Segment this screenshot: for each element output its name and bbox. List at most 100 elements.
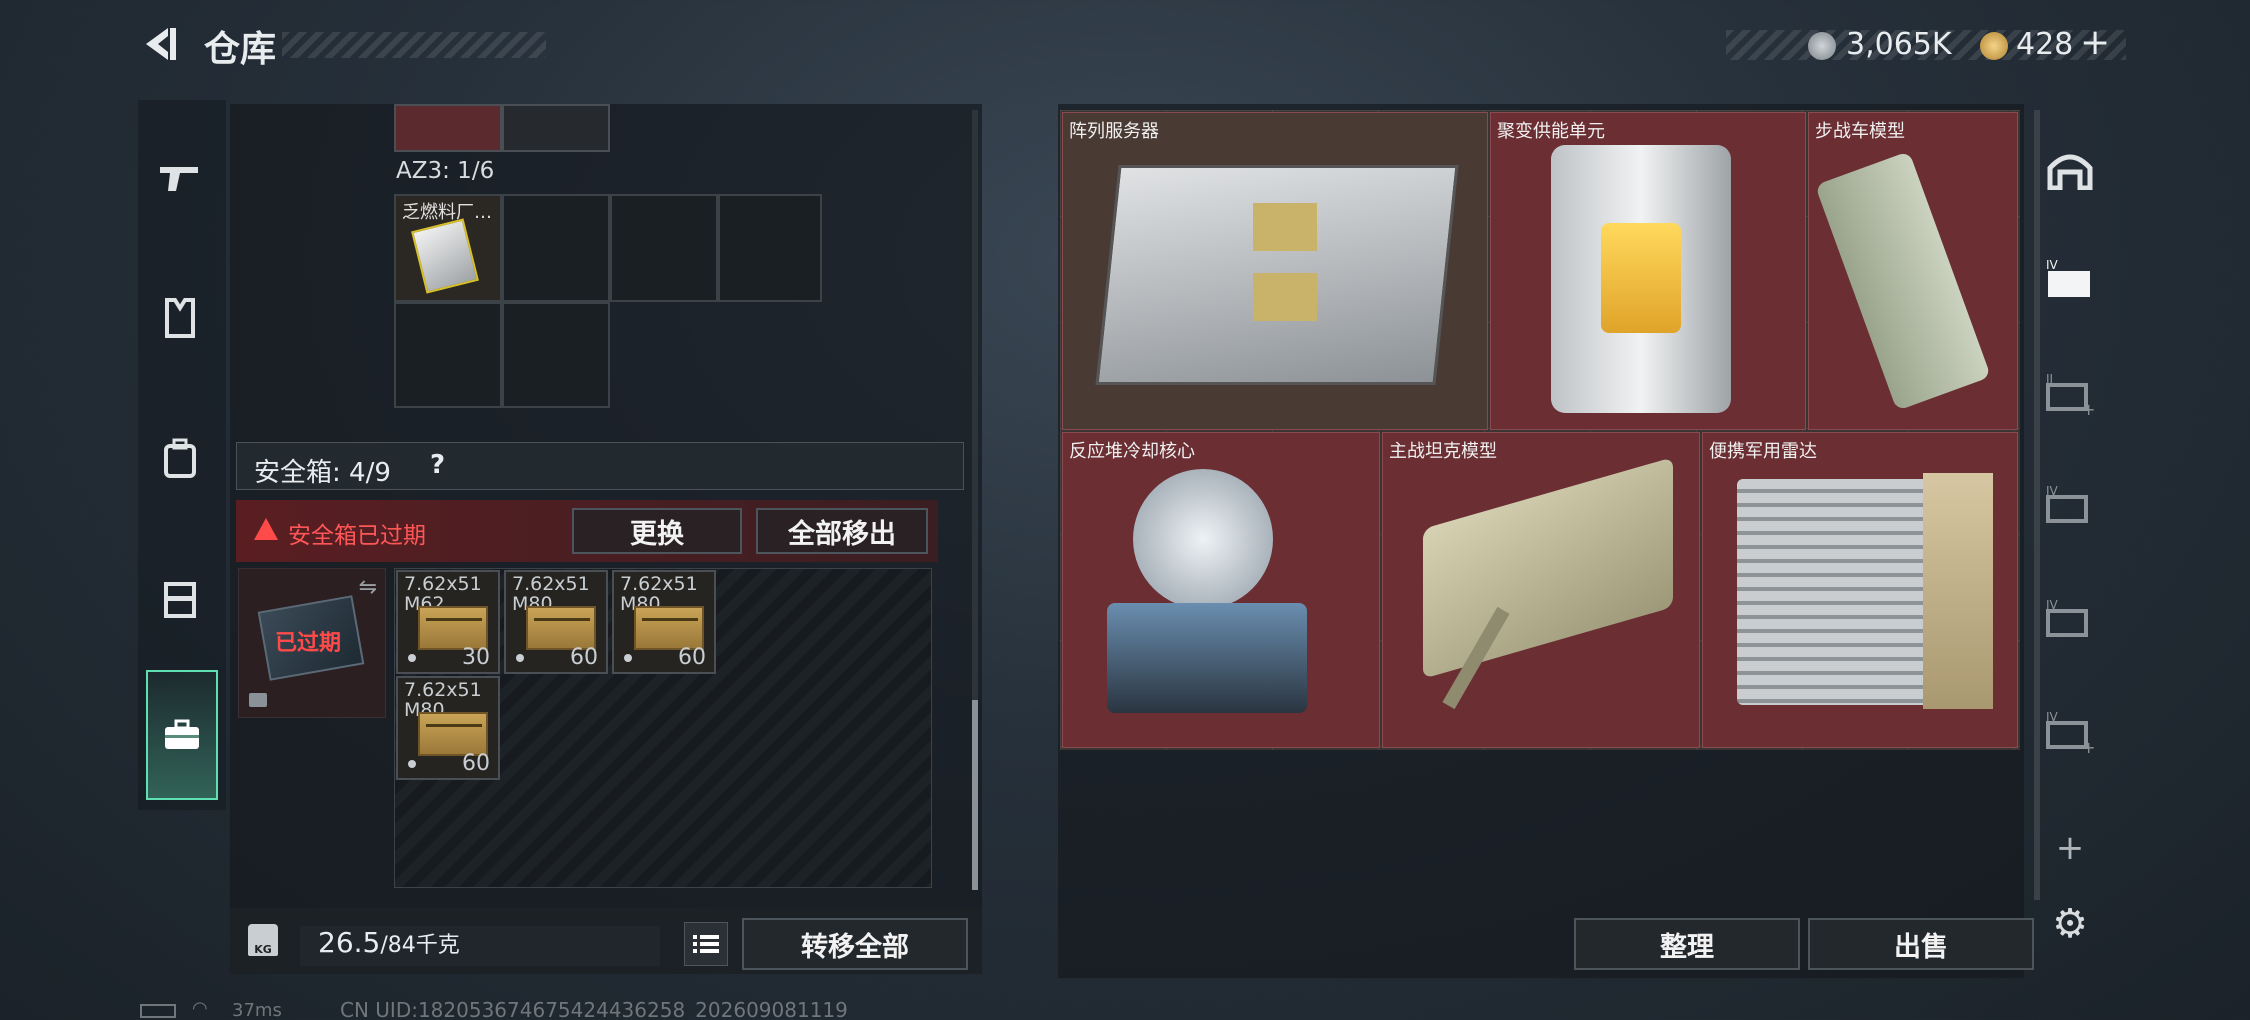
ifv-image — [1814, 151, 1992, 411]
armor-vest-icon — [165, 298, 195, 338]
gold-coin-icon — [1980, 32, 2008, 60]
item-mbt-model[interactable]: 主战坦克模型 — [1382, 432, 1700, 748]
safebox-label: 安全箱: 4/9 — [254, 458, 391, 488]
reactor-base — [1107, 603, 1307, 713]
ammo-box-image — [418, 712, 488, 756]
fusion-core — [1601, 223, 1681, 333]
ping-text: 37ms — [232, 1000, 282, 1020]
item-label: 阵列服务器 — [1069, 121, 1159, 142]
sort-button[interactable]: 整理 — [1574, 918, 1800, 970]
add-currency-button[interactable]: + — [2080, 22, 2110, 63]
silver-coin-icon — [1808, 32, 1836, 60]
radar-frame — [1923, 473, 1993, 709]
ammo-slot[interactable]: 7.62x51 M62 30 — [396, 570, 500, 674]
item-label: 反应堆冷却核心 — [1069, 441, 1195, 462]
svg-text:IV: IV — [2046, 598, 2059, 612]
ammo-slot[interactable]: 7.62x51 M80 60 — [612, 570, 716, 674]
tab-container-4[interactable]: IV — [2040, 590, 2100, 650]
gun-icon — [160, 167, 198, 191]
container-iv-icon: IV — [2046, 484, 2088, 523]
back-button[interactable] — [138, 22, 182, 66]
item-slot-top-1[interactable] — [394, 104, 502, 152]
add-container-button[interactable]: + — [2040, 818, 2100, 878]
grid-cell[interactable] — [394, 302, 502, 408]
tab-container-2[interactable]: II + — [2040, 364, 2100, 424]
grid-cell[interactable] — [502, 194, 610, 302]
weight-current: 26.5 — [318, 926, 381, 959]
weight-max: /84千克 — [380, 933, 460, 958]
tab-bunker[interactable] — [2040, 140, 2100, 200]
ammo-slot[interactable]: 7.62x51 M80 60 — [504, 570, 608, 674]
ammo-dot — [408, 760, 416, 768]
tab-container-3[interactable]: IV — [2040, 476, 2100, 536]
bunker-icon — [2047, 154, 2093, 190]
item-label: 乏燃料厂… — [402, 202, 492, 223]
ammo-count: 60 — [570, 645, 598, 670]
ammo-slot[interactable]: 7.62x51 M80 60 — [396, 676, 500, 780]
container-iv-icon: IV — [2046, 258, 2090, 297]
ammo-count: 30 — [462, 645, 490, 670]
battery-icon — [140, 1004, 176, 1018]
svg-text:IV: IV — [2046, 710, 2059, 724]
chest-rig-icon — [164, 582, 196, 618]
ammo-box-image — [418, 606, 488, 650]
sell-button[interactable]: 出售 — [1808, 918, 2034, 970]
svg-text:+: + — [2082, 738, 2095, 755]
item-label: 步战车模型 — [1815, 121, 1905, 142]
item-ifv-model[interactable]: 步战车模型 — [1808, 112, 2018, 430]
ammo-box-image — [526, 606, 596, 650]
transfer-all-button[interactable]: 转移全部 — [742, 918, 968, 970]
ammo-box-image — [634, 606, 704, 650]
settings-button[interactable]: ⚙ — [2040, 894, 2100, 954]
svg-text:II: II — [2046, 372, 2053, 386]
list-icon — [693, 935, 719, 953]
swap-icon[interactable]: ⇋ — [359, 575, 377, 600]
warning-icon — [254, 518, 278, 540]
safebox-thumbnail[interactable]: ⇋ 已过期 — [238, 568, 386, 718]
nav-safe-box[interactable] — [146, 670, 218, 800]
svg-text:+: + — [2082, 400, 2095, 417]
safe-box-icon — [165, 719, 199, 749]
help-icon[interactable]: ? — [430, 450, 445, 480]
ammo-dot — [624, 654, 632, 662]
wifi-icon: ◠ — [192, 998, 208, 1019]
title-stripe — [282, 32, 546, 58]
gear-icon: ⚙ — [2052, 901, 2088, 947]
weight-value: 26.5/84千克 — [300, 926, 660, 966]
uid-text: CN UID:18205367467542443625​8_2026090811… — [340, 998, 848, 1020]
svg-text:IV: IV — [2046, 484, 2059, 498]
page-title: 仓库 — [204, 29, 277, 70]
item-slot-top-2[interactable] — [502, 104, 610, 152]
nav-chest-rig[interactable] — [140, 568, 220, 628]
item-label: 聚变供能单元 — [1497, 121, 1605, 142]
weight-icon: KG — [248, 924, 278, 956]
container-add-iv-icon: IV + — [2046, 710, 2095, 755]
item-fusion-power-unit[interactable]: 聚变供能单元 — [1490, 112, 1806, 430]
item-label: 主战坦克模型 — [1389, 441, 1497, 462]
container-add-ii-icon: II + — [2046, 372, 2095, 417]
list-view-button[interactable] — [684, 922, 728, 966]
expired-warning-text: 安全箱已过期 — [288, 523, 426, 549]
ammo-dot — [408, 654, 416, 662]
scrollbar-thumb[interactable] — [972, 700, 978, 890]
ammo-count: 60 — [678, 645, 706, 670]
lock-icon — [249, 693, 267, 707]
tank-image — [1423, 457, 1673, 679]
move-all-out-button[interactable]: 全部移出 — [756, 508, 928, 554]
grid-cell[interactable] — [502, 302, 610, 408]
svg-text:IV: IV — [2046, 258, 2059, 272]
nav-armor[interactable] — [140, 288, 220, 348]
tab-container-5[interactable]: IV + — [2040, 702, 2100, 762]
grid-cell[interactable] — [718, 194, 822, 302]
tab-container-1[interactable]: IV — [2040, 250, 2100, 310]
nav-backpack[interactable] — [140, 428, 220, 488]
replace-button[interactable]: 更换 — [572, 508, 742, 554]
az3-label: AZ3: 1/6 — [396, 158, 495, 184]
item-portable-military-radar[interactable]: 便携军用雷达 — [1702, 432, 2018, 748]
item-array-server[interactable]: 阵列服务器 — [1062, 112, 1488, 430]
item-reactor-cooling-core[interactable]: 反应堆冷却核心 — [1062, 432, 1380, 748]
grid-cell[interactable] — [610, 194, 718, 302]
nav-weapon[interactable] — [140, 148, 220, 208]
container-iv-icon: IV — [2046, 598, 2088, 637]
server-cpu — [1253, 203, 1317, 251]
